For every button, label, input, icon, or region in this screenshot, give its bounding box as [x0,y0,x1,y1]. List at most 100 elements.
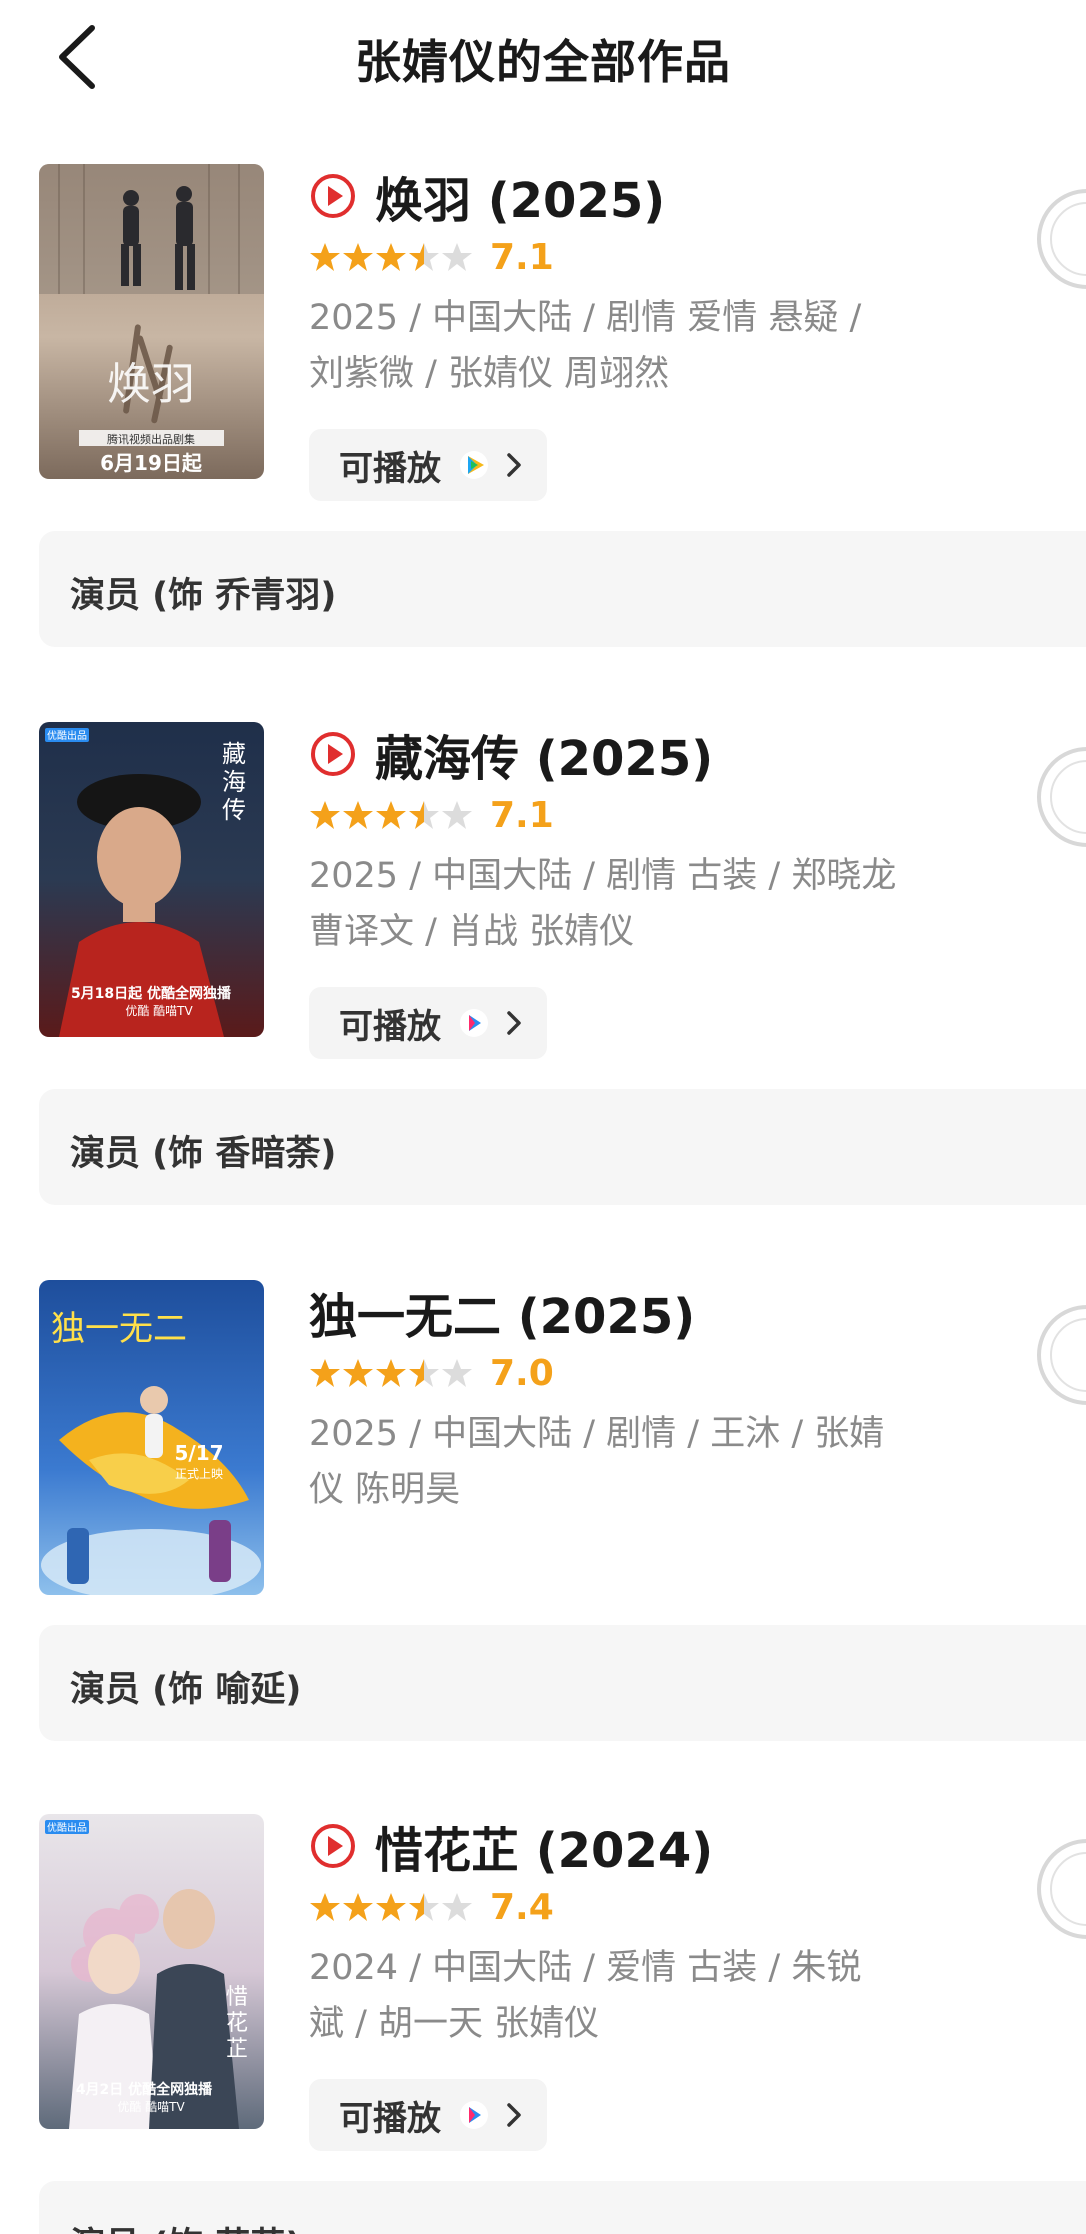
title-row[interactable]: 藏海传 (2025) [309,722,714,787]
svg-text:传: 传 [222,796,246,824]
work-title: 焕羽 (2025) [375,173,666,229]
playable-button[interactable]: 可播放 [309,429,547,501]
role-box[interactable]: 演员 (饰 喻延) [39,1625,1086,1741]
poster-date: 6月19日起 [100,451,203,475]
star-empty-icon [442,1893,472,1921]
star-full-icon [310,1893,340,1921]
play-circle-icon [311,1824,355,1868]
meta-info: 2024 / 中国大陆 / 爱情 古装 / 朱锐 斌 / 胡一天 张婧仪 [309,1940,959,2052]
play-circle-icon [311,174,355,218]
playable-label: 可播放 [339,448,441,489]
rating-row: 7.1 [309,790,554,840]
role-box[interactable]: 演员 (饰 乔青羽) [39,531,1086,647]
rating-stars [309,1357,474,1389]
rating-row: 7.1 [309,232,554,282]
poster-image[interactable]: 优酷出品 藏 海 传 5月18日起 优酷全网独播 优酷 酷喵TV [39,722,264,1037]
role-text: 演员 (饰 乔青羽) [70,576,337,616]
title-row[interactable]: 独一无二 (2025) [309,1280,696,1345]
star-full-icon [310,1359,340,1387]
role-box[interactable]: 演员 (饰 花芷) [39,2181,1086,2234]
star-full-icon [376,243,406,271]
star-full-icon [343,243,373,271]
rating-stars [309,799,474,831]
svg-text:花: 花 [226,2011,248,2036]
poster-calligraphy: 焕羽 [107,359,195,410]
poster-image[interactable]: 优酷出品 惜 花 芷 4月2日 优酷全网独播 优酷 酷喵TV [39,1814,264,2129]
star-half-icon [409,801,439,829]
star-full-icon [310,243,340,271]
meta-line: 2025 / 中国大陆 / 剧情 / 王沐 / 张婧 [309,1414,885,1454]
role-text: 演员 (饰 喻延) [70,1670,302,1710]
star-full-icon [376,1893,406,1921]
playable-button[interactable]: 可播放 [309,2079,547,2151]
star-empty-icon [442,801,472,829]
playable-button[interactable]: 可播放 [309,987,547,1059]
star-empty-icon [442,1359,472,1387]
svg-text:优酷 酷喵TV: 优酷 酷喵TV [117,2100,185,2114]
watched-stamp-icon [1037,189,1086,289]
meta-line: 仪 陈明昊 [309,1470,461,1510]
meta-line: 2025 / 中国大陆 / 剧情 爱情 悬疑 / [309,298,862,338]
playable-label: 可播放 [339,1006,441,1047]
tencent-video-icon [460,451,488,479]
svg-text:芷: 芷 [226,2037,248,2062]
rating-score: 7.1 [490,236,554,278]
watched-stamp-icon [1037,1839,1086,1939]
role-text: 演员 (饰 香暗荼) [70,1134,337,1174]
poster-date: 4月2日 优酷全网独播 [76,2081,213,2098]
chevron-right-icon [507,1011,521,1035]
meta-info: 2025 / 中国大陆 / 剧情 古装 / 郑晓龙 曹译文 / 肖战 张婧仪 [309,848,959,960]
meta-line: 刘紫微 / 张婧仪 周翊然 [309,354,670,394]
meta-line: 2024 / 中国大陆 / 爱情 古装 / 朱锐 [309,1948,862,1988]
poster-badge: 优酷出品 [47,1821,87,1834]
poster-image[interactable]: 焕羽 腾讯视频出品剧集 6月19日起 [39,164,264,479]
star-half-icon [409,1359,439,1387]
role-text: 演员 (饰 花芷) [70,2217,301,2234]
svg-text:海: 海 [222,768,246,796]
chevron-right-icon [507,2103,521,2127]
svg-text:优酷 酷喵TV: 优酷 酷喵TV [125,1004,193,1018]
poster-date: 5月18日起 优酷全网独播 [71,985,232,1002]
poster-image[interactable]: 独一无二 5/17 正式上映 [39,1280,264,1595]
meta-info: 2025 / 中国大陆 / 剧情 / 王沐 / 张婧 仪 陈明昊 [309,1406,959,1518]
star-full-icon [310,801,340,829]
work-title: 惜花芷 (2024) [375,1823,714,1879]
youku-icon [460,1009,488,1037]
rating-stars [309,241,474,273]
title-row[interactable]: 惜花芷 (2024) [309,1814,714,1879]
watched-stamp-icon [1037,1305,1086,1405]
poster-calligraphy: 藏 [222,740,246,768]
title-row[interactable]: 焕羽 (2025) [309,164,666,229]
poster-badge: 优酷出品 [47,729,87,742]
star-half-icon [409,1893,439,1921]
rating-stars [309,1891,474,1923]
work-title: 独一无二 (2025) [309,1289,696,1345]
star-full-icon [376,801,406,829]
rating-score: 7.4 [490,1886,554,1928]
poster-calligraphy: 独一无二 [51,1309,187,1349]
rating-score: 7.0 [490,1352,554,1394]
poster-calligraphy: 惜 [226,1985,248,2010]
chevron-right-icon [507,453,521,477]
role-box[interactable]: 演员 (饰 香暗荼) [39,1089,1086,1205]
svg-text:正式上映: 正式上映 [175,1467,223,1481]
youku-icon [460,2101,488,2129]
star-full-icon [376,1359,406,1387]
star-half-icon [409,243,439,271]
poster-date: 5/17 [174,1441,223,1465]
meta-line: 2025 / 中国大陆 / 剧情 古装 / 郑晓龙 [309,856,897,896]
star-empty-icon [442,243,472,271]
playable-label: 可播放 [339,2098,441,2139]
play-circle-icon [311,732,355,776]
header: 张婧仪的全部作品 [0,0,1086,120]
meta-line: 斌 / 胡一天 张婧仪 [309,2004,600,2044]
watched-stamp-icon [1037,747,1086,847]
work-title: 藏海传 (2025) [375,731,714,787]
star-full-icon [343,1359,373,1387]
rating-score: 7.1 [490,794,554,836]
rating-row: 7.4 [309,1882,554,1932]
meta-line: 曹译文 / 肖战 张婧仪 [309,912,635,952]
meta-info: 2025 / 中国大陆 / 剧情 爱情 悬疑 / 刘紫微 / 张婧仪 周翊然 [309,290,959,402]
page-title: 张婧仪的全部作品 [355,35,731,89]
star-full-icon [343,1893,373,1921]
